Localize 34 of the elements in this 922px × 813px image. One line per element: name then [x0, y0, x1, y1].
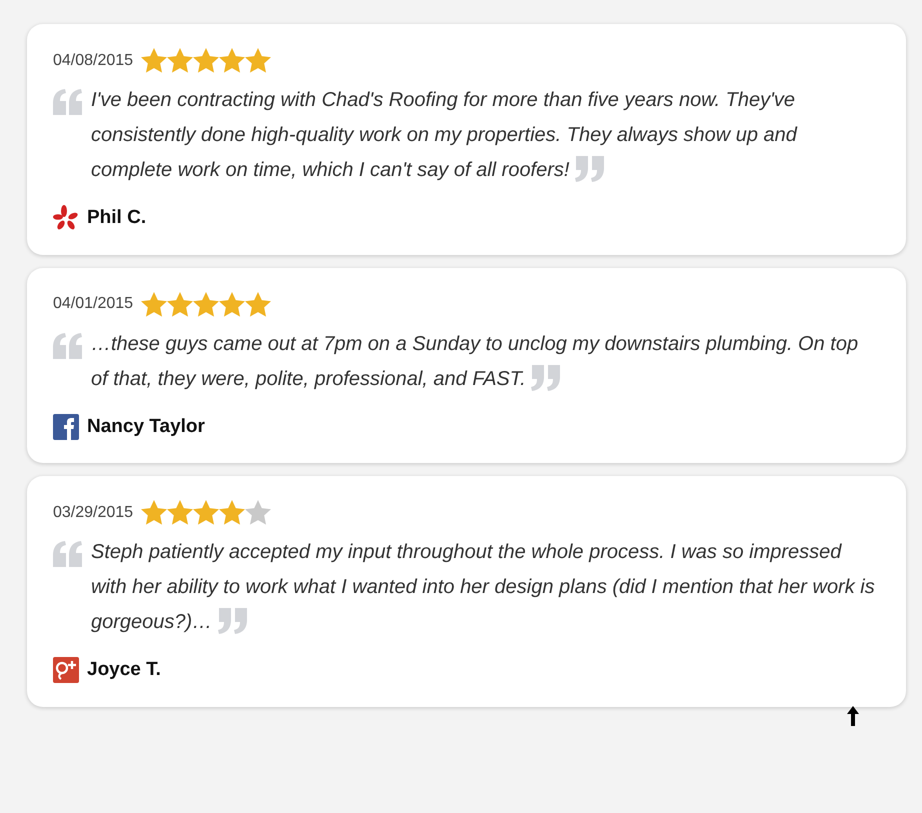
star-icon: [167, 48, 194, 73]
close-quote-icon: [575, 156, 606, 182]
facebook-icon: [53, 414, 79, 440]
star-icon: [167, 500, 194, 525]
star-icon: [219, 500, 246, 525]
star-icon: [219, 292, 246, 316]
star-icon: [245, 500, 272, 525]
open-quote-icon: [53, 541, 83, 567]
star-icon: [193, 48, 220, 73]
review-date: 03/29/2015: [53, 502, 134, 522]
open-quote-icon: [53, 89, 83, 115]
burst-icon: [53, 205, 79, 232]
open-quote-icon: [53, 332, 83, 358]
review-text: …these guys came out at 7pm on a Sunday to unclog my downstairs plumbing. On top of that, they were, polite, professional, and FAST.: [91, 332, 860, 392]
reviewer-name: Phil C.: [87, 206, 146, 230]
star-icon: [141, 48, 168, 73]
star-icon: [193, 500, 220, 525]
review-date: 04/01/2015: [53, 294, 134, 314]
star-icon: [245, 292, 272, 316]
reviewer-name: Joyce T.: [87, 658, 161, 682]
close-quote-icon: [531, 364, 562, 390]
google-plus-icon: [53, 657, 79, 684]
review-text: Steph patiently accepted my input throughout the whole process. I was so impressed with her ability to work what I wanted into her design plans (did I mention that her work is gorgeous?)…: [91, 540, 876, 636]
close-quote-icon: [218, 608, 248, 634]
arrow-icon: [847, 706, 859, 726]
star-icon: [167, 292, 194, 316]
star-icon: [193, 292, 220, 316]
review-text: I've been contracting with Chad's Roofing for more than five years now. They've consistently done high-quality work on my properties. They always show up and complete work on time, which I can't say of all roofers!: [91, 88, 798, 184]
star-icon: [141, 500, 168, 525]
star-icon: [245, 48, 272, 73]
star-icon: [141, 292, 168, 316]
reviewer-name: Nancy Taylor: [87, 414, 205, 438]
star-icon: [219, 48, 246, 73]
review-date: 04/08/2015: [53, 50, 134, 70]
